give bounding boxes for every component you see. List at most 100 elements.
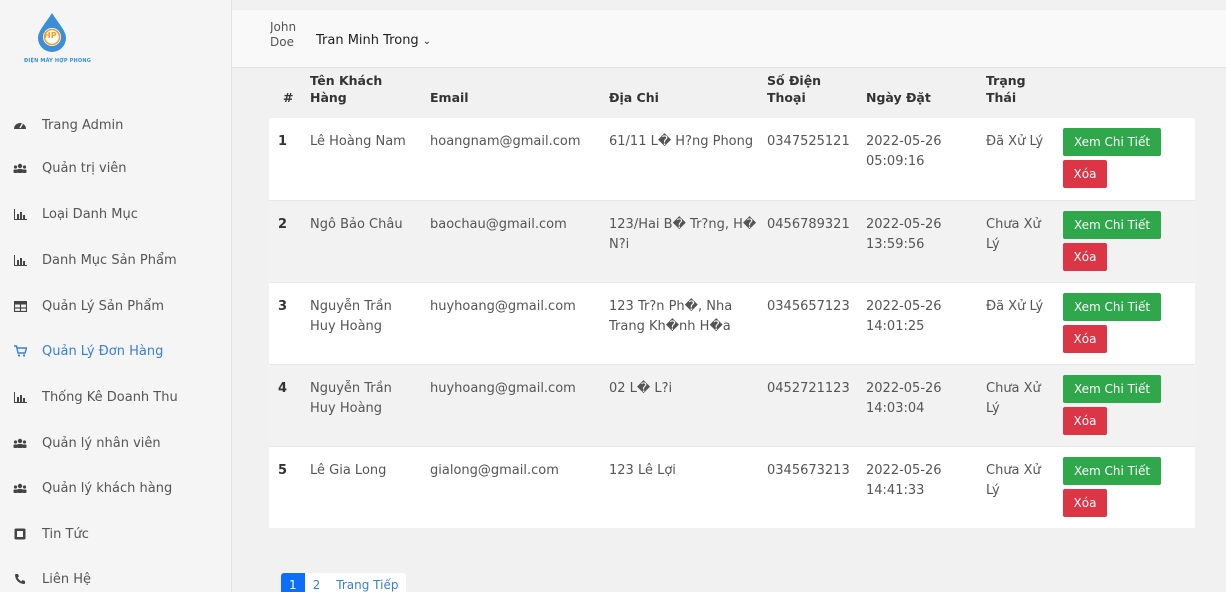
logo-text: ĐIỆN MÁY HỢP PHONG: [24, 58, 92, 64]
table-icon: [12, 298, 28, 314]
top-header: John Doe Tran Minh Trong ⌄: [232, 10, 1226, 68]
phone-icon: [12, 571, 28, 587]
sidebar-item-label: Quản lý khách hàng: [42, 480, 173, 496]
header-address: Địa Chi: [609, 90, 659, 105]
cell-index: 5: [278, 463, 288, 478]
table-row: 4 Nguyễn Trần Huy Hoàng huyhoang@gmail.com…: [269, 364, 1195, 446]
delete-button[interactable]: Xóa: [1063, 325, 1107, 353]
sidebar-item-quan-ly-don-hang[interactable]: Quản Lý Đơn Hàng: [0, 336, 232, 366]
cell-customer-name: Nguyễn Trần Huy Hoàng: [310, 299, 392, 334]
users-icon: [12, 435, 28, 451]
table-row: 2 Ngô Bảo Châu baochau@gmail.com 123/Hai B�…: [269, 200, 1195, 282]
cell-customer-name: Lê Gia Long: [310, 463, 387, 478]
news-icon: [12, 526, 28, 542]
cell-order-date: 2022-05-26 14:01:25: [866, 299, 942, 334]
sidebar-item-lien-he[interactable]: Liên Hệ: [0, 564, 232, 592]
cell-phone: 0347525121: [767, 134, 850, 149]
table-row: 1 Lê Hoàng Nam hoangnam@gmail.com 61/11 L� …: [269, 118, 1195, 200]
cell-phone: 0452721123: [767, 381, 850, 396]
sidebar-item-thong-ke-doanh-thu[interactable]: Thống Kê Doanh Thu: [0, 382, 232, 412]
header-index: #: [283, 90, 294, 105]
cell-email: gialong@gmail.com: [430, 463, 559, 478]
sidebar-item-label: Quản Lý Sản Phẩm: [42, 298, 164, 314]
orders-table: # Tên Khách Hàng Email Địa Chi Số Điện T…: [269, 68, 1195, 528]
view-detail-button[interactable]: Xem Chi Tiết: [1063, 211, 1161, 239]
cart-icon: [12, 343, 28, 359]
view-detail-button[interactable]: Xem Chi Tiết: [1063, 375, 1161, 403]
cell-address: 02 L� L?i: [609, 381, 673, 396]
header-status: Trạng Thái: [986, 73, 1026, 105]
sidebar-item-danh-muc-san-pham[interactable]: Danh Mục Sản Phẩm: [0, 245, 232, 275]
page-1-link[interactable]: 1: [281, 573, 305, 592]
pagination: 1 2 Trang Tiếp: [281, 573, 407, 592]
cell-email: hoangnam@gmail.com: [430, 134, 581, 149]
chart-icon: [12, 206, 28, 222]
sidebar-item-label: Thống Kê Doanh Thu: [42, 389, 178, 405]
logo-letters: HP: [44, 31, 57, 40]
cell-order-date: 2022-05-26 13:59:56: [866, 217, 942, 252]
delete-button[interactable]: Xóa: [1063, 407, 1107, 435]
cell-email: baochau@gmail.com: [430, 217, 567, 232]
brand-logo[interactable]: HP ĐIỆN MÁY HỢP PHONG: [0, 0, 232, 78]
sidebar-item-quan-ly-nhan-vien[interactable]: Quản lý nhân viên: [0, 428, 232, 458]
next-page-link[interactable]: Trang Tiếp: [328, 573, 406, 592]
page-2-link[interactable]: 2: [305, 573, 329, 592]
sidebar-item-quan-ly-khach-hang[interactable]: Quản lý khách hàng: [0, 473, 232, 503]
cell-address: 123/Hai B� Tr?ng, H� N?i: [609, 217, 757, 252]
sidebar-item-label: Quản Lý Đơn Hàng: [42, 343, 164, 359]
table-body: 1 Lê Hoàng Nam hoangnam@gmail.com 61/11 L� …: [269, 118, 1195, 528]
users-icon: [12, 480, 28, 496]
sidebar-item-label: Loại Danh Mục: [42, 206, 138, 222]
cell-status: Chưa Xử Lý: [986, 381, 1041, 416]
cell-index: 4: [278, 381, 288, 396]
cell-order-date: 2022-05-26 14:03:04: [866, 381, 942, 416]
chart-icon: [12, 389, 28, 405]
sidebar-item-label: Danh Mục Sản Phẩm: [42, 252, 177, 268]
cell-status: Đã Xử Lý: [986, 134, 1044, 149]
chart-icon: [12, 252, 28, 268]
sidebar-item-label: Liên Hệ: [42, 571, 91, 587]
cell-index: 1: [278, 134, 288, 149]
cell-status: Đã Xử Lý: [986, 299, 1044, 314]
cell-phone: 0456789321: [767, 217, 850, 232]
cell-status: Chưa Xử Lý: [986, 217, 1041, 252]
view-detail-button[interactable]: Xem Chi Tiết: [1063, 293, 1161, 321]
user-menu-label: Tran Minh Trong: [316, 33, 419, 48]
sidebar-item-label: Tin Tức: [42, 526, 89, 542]
sidebar-item-loai-danh-muc[interactable]: Loại Danh Mục: [0, 199, 232, 229]
cell-address: 123 Lê Lợi: [609, 463, 676, 478]
sidebar-item-trang-admin[interactable]: Trang Admin: [0, 110, 232, 140]
sidebar: HP ĐIỆN MÁY HỢP PHONG Trang Admin Quản tr…: [0, 0, 232, 592]
chevron-down-icon: ⌄: [422, 36, 432, 47]
sidebar-item-label: Quản trị viên: [42, 160, 127, 176]
cell-email: huyhoang@gmail.com: [430, 299, 576, 314]
cell-address: 61/11 L� H?ng Phong: [609, 134, 754, 149]
view-detail-button[interactable]: Xem Chi Tiết: [1063, 457, 1161, 485]
cell-phone: 0345673213: [767, 463, 850, 478]
delete-button[interactable]: Xóa: [1063, 489, 1107, 517]
user-first-name: John Doe: [270, 20, 296, 49]
cell-status: Chưa Xử Lý: [986, 463, 1041, 498]
users-icon: [12, 160, 28, 176]
sidebar-item-label: Quản lý nhân viên: [42, 435, 161, 451]
cell-customer-name: Ngô Bảo Châu: [310, 217, 403, 232]
table-header: # Tên Khách Hàng Email Địa Chi Số Điện T…: [269, 68, 1195, 118]
header-customer-name: Tên Khách Hàng: [310, 73, 383, 105]
user-menu[interactable]: Tran Minh Trong ⌄: [316, 33, 431, 48]
cell-index: 2: [278, 217, 288, 232]
delete-button[interactable]: Xóa: [1063, 160, 1107, 188]
dashboard-icon: [12, 117, 28, 133]
delete-button[interactable]: Xóa: [1063, 243, 1107, 271]
cell-email: huyhoang@gmail.com: [430, 381, 576, 396]
header-email: Email: [430, 90, 469, 105]
table-row: 5 Lê Gia Long gialong@gmail.com 123 Lê Lợi 0…: [269, 446, 1195, 528]
cell-order-date: 2022-05-26 14:41:33: [866, 463, 942, 498]
cell-customer-name: Lê Hoàng Nam: [310, 134, 406, 149]
sidebar-item-quan-ly-san-pham[interactable]: Quản Lý Sản Phẩm: [0, 291, 232, 321]
view-detail-button[interactable]: Xem Chi Tiết: [1063, 128, 1161, 156]
sidebar-item-quan-tri-vien[interactable]: Quản trị viên: [0, 153, 232, 183]
cell-customer-name: Nguyễn Trần Huy Hoàng: [310, 381, 392, 416]
header-phone: Số Điện Thoại: [767, 73, 822, 105]
sidebar-item-tin-tuc[interactable]: Tin Tức: [0, 519, 232, 549]
cell-address: 123 Tr?n Ph�, Nha Trang Kh�nh H�a: [609, 299, 733, 334]
